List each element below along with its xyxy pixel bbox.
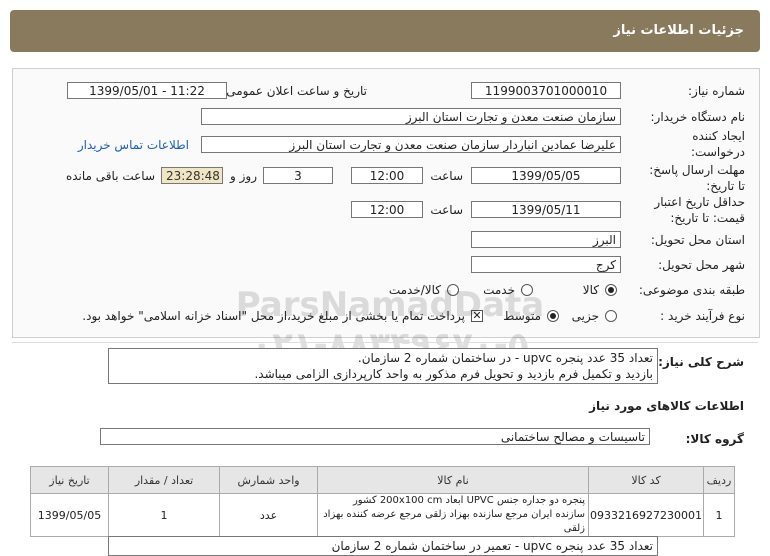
description-section: شرح کلی نیاز: تعداد 35 عدد پنجره upvc - … [12,342,758,395]
validity-time-label: ساعت [430,203,463,217]
buyer-contact-link[interactable]: اطلاعات تماس خریدار [78,138,189,152]
table-row[interactable]: 1 0933216927230001 پنجره دو جداره جنس UP… [29,493,735,537]
need-number-label: شماره نیاز: [688,84,745,98]
col-code: کد کالا [588,466,704,494]
validity-time-field[interactable]: 12:00 [351,201,423,218]
process-label: نوع فرآیند خرید : [660,309,745,323]
goods-section-title: اطلاعات کالاهای مورد نیاز [589,399,744,413]
category-service-radio[interactable] [521,284,533,296]
process-partial-radio[interactable] [605,310,617,322]
process-medium-label: متوسط [503,309,541,323]
category-both-label: کالا/خدمت [388,283,441,297]
validity-date-field[interactable]: 1399/05/11 [471,201,621,218]
cell-unit: عدد [219,493,319,537]
announce-field[interactable]: 1399/05/01 - 11:22 [67,82,227,99]
need-number-field[interactable]: 1199003701000010 [471,82,621,99]
city-field[interactable]: کرج [471,256,621,273]
col-qty: تعداد / مقدار [108,466,221,494]
cell-name: پنجره دو جداره جنس UPVC ابعاد 200x100 cm… [317,493,590,537]
days-label: روز و [230,169,257,183]
category-label: طبقه بندی موضوعی: [638,283,745,297]
category-goods-radio[interactable] [605,284,617,296]
col-unit: واحد شمارش [219,466,319,494]
category-service-label: خدمت [483,283,515,297]
page-title: جزئیات اطلاعات نیاز [613,23,744,38]
cell-code: 0933216927230001 [588,493,704,537]
need-info-panel: شماره نیاز: 1199003701000010 تاریخ و ساع… [12,68,760,338]
treasury-payment-checkbox[interactable]: ✕ [471,310,483,322]
bottom-description-box: تعداد 35 عدد پنجره upvc - تعمیر در ساختم… [108,536,658,556]
creator-label-line2: درخواست: [691,145,745,159]
deadline-time-label: ساعت [430,169,463,183]
remaining-label: ساعت باقی مانده [65,169,155,183]
deadline-label-line2: تا تاریخ: [706,179,745,193]
goods-group-field[interactable]: تاسیسات و مصالح ساختمانی [100,428,650,445]
goods-group-label: گروه کالا: [685,432,744,446]
province-label: استان محل تحویل: [650,233,745,247]
cell-date: 1399/05/05 [29,493,110,537]
col-date: تاریخ نیاز [29,466,110,494]
description-line2: بازدید و تکمیل فرم بازدید و تحویل فرم مذ… [254,367,653,381]
buyer-label: نام دستگاه خریدار: [650,110,746,124]
validity-label-line2: قیمت: تا تاریخ: [670,211,745,225]
description-label: شرح کلی نیاز: [658,355,744,369]
remaining-time-field: 23:28:48 [161,167,223,184]
page-header: جزئیات اطلاعات نیاز [10,10,760,52]
cell-qty: 1 [108,493,221,537]
category-goods-label: کالا [582,283,599,297]
col-name: نام کالا [317,466,590,494]
description-line1: تعداد 35 عدد پنجره upvc - در ساختمان شما… [357,351,653,365]
treasury-payment-note: پرداخت تمام یا بخشی از مبلغ خرید،از محل … [82,309,465,323]
city-label: شهر محل تحویل: [658,258,745,272]
cell-row: 1 [703,493,735,537]
deadline-time-field[interactable]: 12:00 [351,167,423,184]
province-field[interactable]: البرز [471,231,621,248]
col-row: ردیف [703,466,735,494]
creator-label-line1: ایجاد کننده [692,129,745,143]
deadline-date-field[interactable]: 1399/05/05 [471,167,621,184]
category-both-radio[interactable] [447,284,459,296]
creator-field[interactable]: علیرضا عمادین انباردار سازمان صنعت معدن … [201,136,621,153]
description-box: تعداد 35 عدد پنجره upvc - در ساختمان شما… [108,348,658,384]
process-partial-label: جزیی [571,309,599,323]
need-details-page: جزئیات اطلاعات نیاز شماره نیاز: 11990037… [0,0,770,556]
announce-label: تاریخ و ساعت اعلان عمومی: [222,84,367,98]
buyer-field[interactable]: سازمان صنعت معدن و تجارت استان البرز [201,108,621,125]
validity-label-line1: حداقل تاریخ اعتبار [654,195,745,209]
days-remaining-field[interactable]: 3 [263,167,333,184]
process-medium-radio[interactable] [547,310,559,322]
goods-table: ردیف کد کالا نام کالا واحد شمارش تعداد /… [29,466,735,537]
deadline-label-line1: مهلت ارسال پاسخ: [649,163,745,177]
